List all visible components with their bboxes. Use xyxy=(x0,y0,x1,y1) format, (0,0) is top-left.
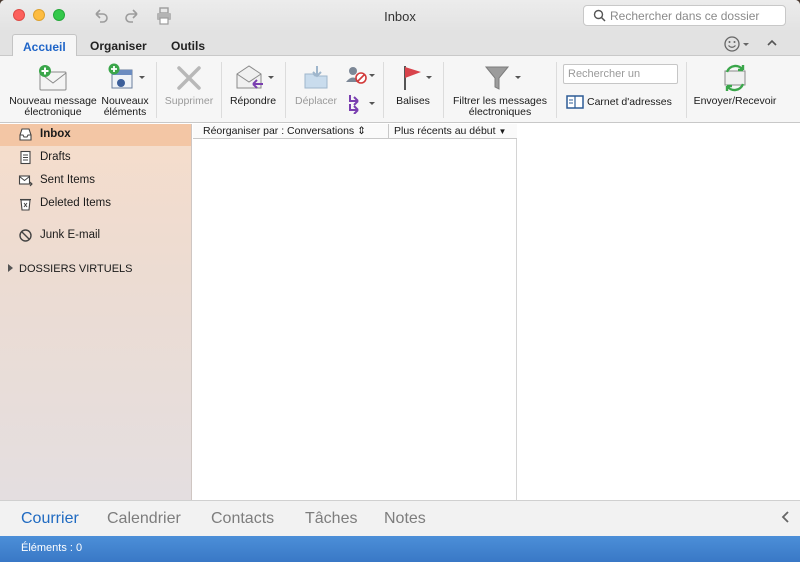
feedback-smiley-icon[interactable] xyxy=(723,35,751,53)
ribbon-separator xyxy=(383,62,384,118)
delete-x-icon xyxy=(177,66,201,90)
search-icon xyxy=(593,9,606,22)
ribbon-separator xyxy=(156,62,157,118)
people-search-box[interactable] xyxy=(563,64,678,84)
reply-button[interactable]: Répondre xyxy=(225,62,281,107)
sort-order-label: Plus récents au début xyxy=(394,125,496,137)
folder-search-input[interactable] xyxy=(610,8,780,23)
ribbon-separator xyxy=(285,62,286,118)
junk-icon xyxy=(19,229,32,242)
ribbon-separator xyxy=(686,62,687,118)
title-bar: Inbox xyxy=(0,0,800,32)
flags-button[interactable]: Balises xyxy=(387,62,439,107)
people-search-input[interactable] xyxy=(568,66,676,82)
tab-outils[interactable]: Outils xyxy=(161,34,215,57)
filter-label-2: électroniques xyxy=(468,106,532,118)
address-book-button[interactable]: Carnet d'adresses xyxy=(566,95,672,109)
tab-accueil[interactable]: Accueil xyxy=(12,34,77,57)
send-receive-button[interactable]: Envoyer/Recevoir xyxy=(690,62,780,107)
redo-icon[interactable] xyxy=(122,6,142,26)
nav-tasks[interactable]: Tâches xyxy=(305,510,357,528)
ribbon-separator xyxy=(443,62,444,118)
folder-search-box[interactable] xyxy=(583,5,786,26)
ribbon-tab-bar: Accueil Organiser Outils xyxy=(0,32,800,57)
close-window-button[interactable] xyxy=(13,9,25,21)
zoom-window-button[interactable] xyxy=(53,9,65,21)
undo-icon[interactable] xyxy=(91,6,111,26)
send-receive-label: Envoyer/Recevoir xyxy=(693,95,777,107)
sort-toggle-icon: ⇕ xyxy=(357,125,366,137)
new-message-button[interactable]: Nouveau message électronique xyxy=(6,62,100,118)
folder-inbox[interactable]: Inbox xyxy=(0,124,191,146)
new-items-icon xyxy=(108,63,145,89)
message-list-header: Réorganiser par : Conversations ⇕ Plus r… xyxy=(193,124,517,139)
sent-icon xyxy=(18,175,33,187)
folder-sent-items[interactable]: Sent Items xyxy=(0,170,191,192)
move-label: Déplacer xyxy=(294,95,338,107)
address-book-label: Carnet d'adresses xyxy=(587,95,672,108)
filter-funnel-icon xyxy=(484,66,521,90)
move-folder-icon xyxy=(304,66,328,89)
reply-icon xyxy=(236,65,274,89)
rules-icon[interactable] xyxy=(344,92,376,114)
status-bar: Éléments : 0 xyxy=(0,536,800,562)
virtual-folders-group[interactable]: DOSSIERS VIRTUELS xyxy=(8,263,133,275)
outlook-window: Inbox Accueil Organiser Outils xyxy=(0,0,800,562)
chevron-left-icon[interactable] xyxy=(780,510,792,524)
inbox-icon xyxy=(19,128,32,141)
reply-label: Répondre xyxy=(229,95,277,107)
header-separator xyxy=(388,124,389,139)
message-list[interactable]: Réorganiser par : Conversations ⇕ Plus r… xyxy=(193,124,517,500)
trash-icon xyxy=(20,198,31,211)
address-book-icon xyxy=(566,95,584,109)
tab-organiser[interactable]: Organiser xyxy=(80,34,157,57)
folder-junk-email[interactable]: Junk E-mail xyxy=(0,225,191,247)
folder-drafts[interactable]: Drafts xyxy=(0,147,191,169)
arrange-by-control[interactable]: Réorganiser par : Conversations ⇕ xyxy=(203,125,366,137)
drafts-icon xyxy=(20,150,31,165)
folder-sidebar: Inbox Drafts Sent Items Deleted Items Ju… xyxy=(0,124,192,500)
delete-label: Supprimer xyxy=(164,95,214,107)
navigation-bar: Courrier Calendrier Contacts Tâches Note… xyxy=(0,500,800,536)
collapse-ribbon-icon[interactable] xyxy=(765,36,779,50)
item-count: Éléments : 0 xyxy=(21,542,83,554)
folder-label: Sent Items xyxy=(40,174,95,186)
sort-order-control[interactable]: Plus récents au début ▼ xyxy=(394,125,506,137)
nav-contacts[interactable]: Contacts xyxy=(211,510,274,528)
folder-label: Deleted Items xyxy=(40,197,111,209)
folder-label: Drafts xyxy=(40,151,71,163)
disclosure-triangle-icon[interactable] xyxy=(8,264,13,272)
folder-label: Junk E-mail xyxy=(40,229,101,241)
ribbon-separator xyxy=(221,62,222,118)
new-items-label-2: éléments xyxy=(103,106,147,118)
nav-calendar[interactable]: Calendrier xyxy=(107,510,181,528)
ribbon-separator xyxy=(556,62,557,118)
delete-button[interactable]: Supprimer xyxy=(161,62,217,107)
minimize-window-button[interactable] xyxy=(33,9,45,21)
reading-pane xyxy=(518,124,800,500)
folder-deleted-items[interactable]: Deleted Items xyxy=(0,193,191,215)
new-message-label-2: électronique xyxy=(24,106,82,118)
nav-mail[interactable]: Courrier xyxy=(21,510,79,528)
virtual-folders-label: DOSSIERS VIRTUELS xyxy=(19,263,133,275)
flags-label: Balises xyxy=(396,95,430,107)
print-icon[interactable] xyxy=(154,6,174,26)
folder-label: Inbox xyxy=(40,128,71,140)
ribbon: Nouveau message électronique Nouveaux él… xyxy=(0,56,800,123)
new-items-button[interactable]: Nouveaux éléments xyxy=(99,62,151,118)
send-receive-icon xyxy=(724,64,746,92)
nav-notes[interactable]: Notes xyxy=(384,510,426,528)
new-message-icon xyxy=(39,65,67,91)
flag-icon xyxy=(404,66,432,90)
arrange-by-label: Réorganiser par : Conversations xyxy=(203,125,355,137)
block-sender-icon[interactable] xyxy=(344,64,376,86)
move-button[interactable]: Déplacer xyxy=(288,62,344,107)
filter-messages-button[interactable]: Filtrer les messages électroniques xyxy=(448,62,552,118)
dropdown-arrow-icon: ▼ xyxy=(498,127,507,136)
